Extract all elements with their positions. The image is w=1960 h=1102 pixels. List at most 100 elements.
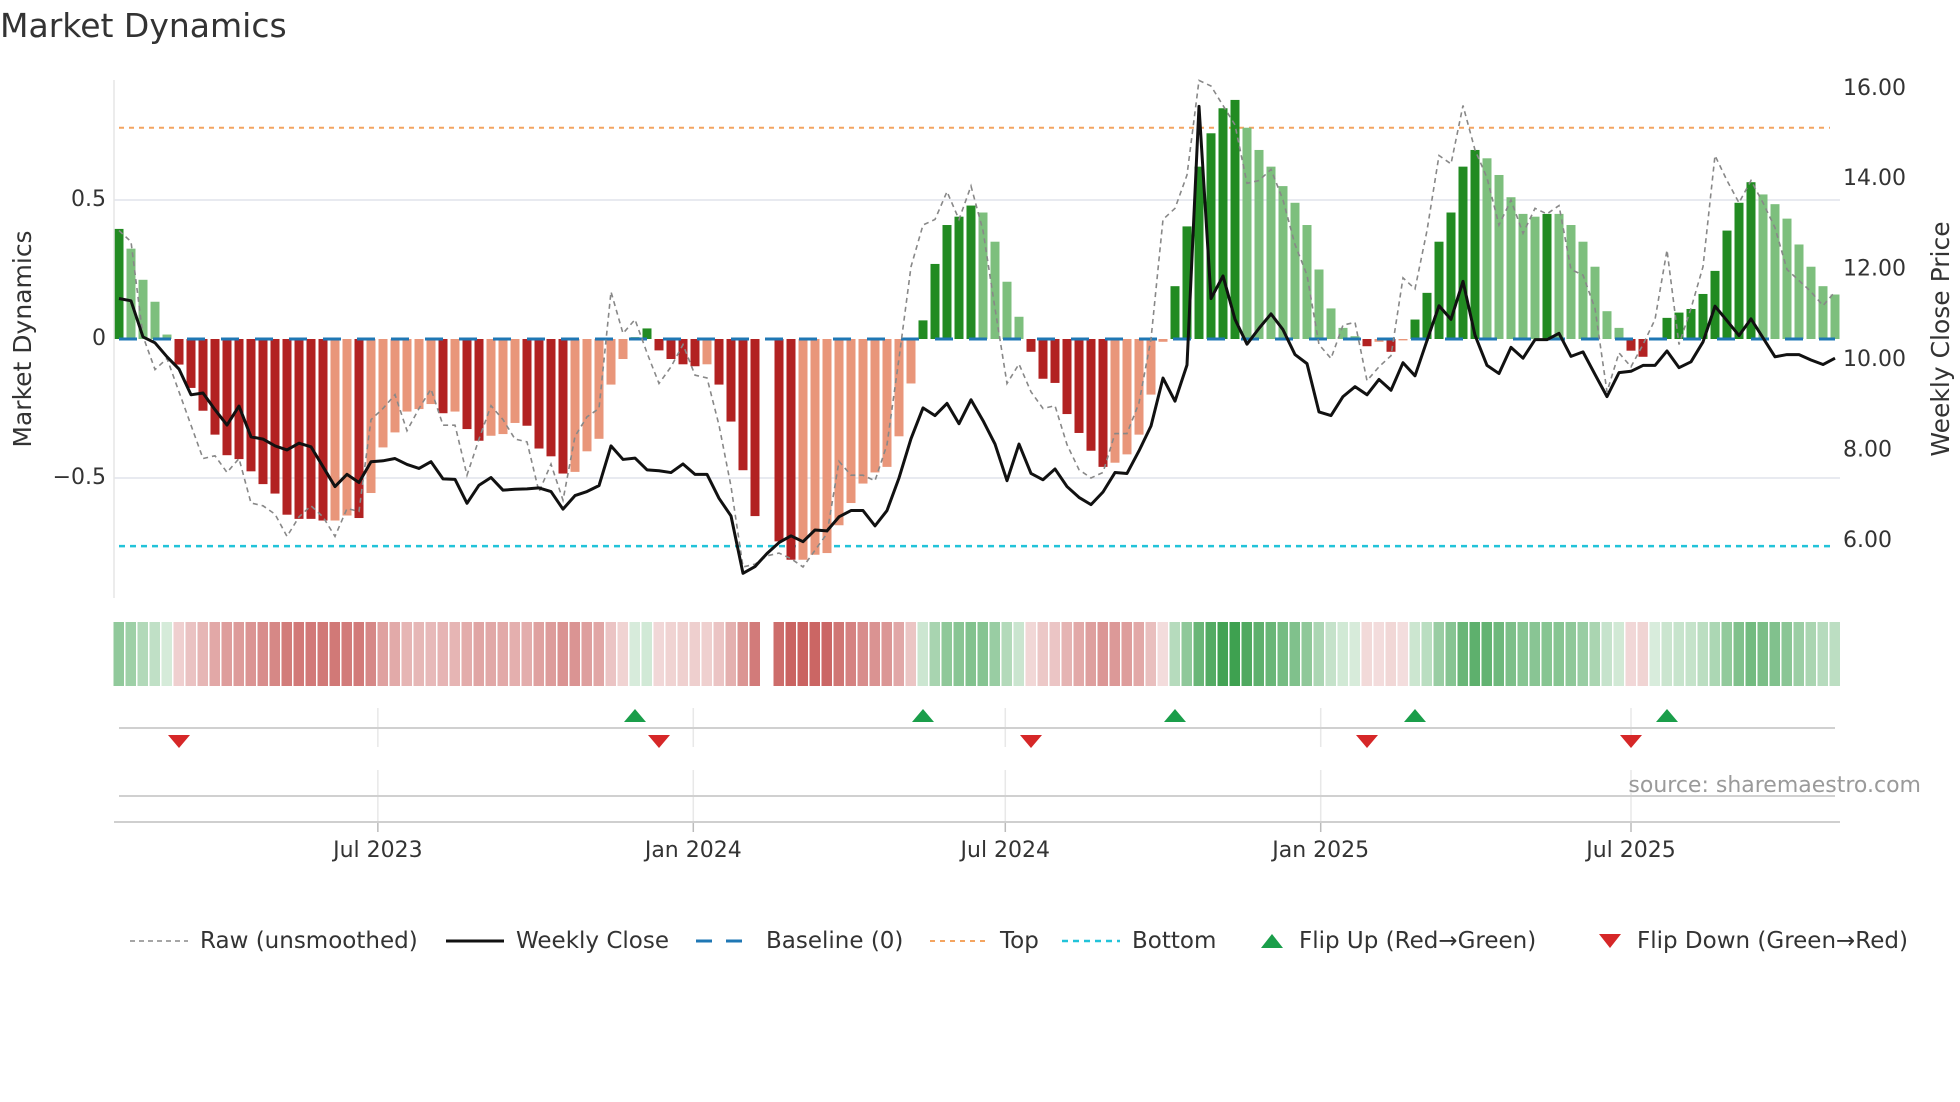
heatmap-cell bbox=[1793, 622, 1804, 686]
heatmap-cell bbox=[665, 622, 676, 686]
heatmap-cell bbox=[881, 622, 892, 686]
heatmap-cell bbox=[1445, 622, 1456, 686]
dynamics-bar bbox=[966, 205, 976, 339]
heatmap-cell bbox=[1109, 622, 1120, 686]
dynamics-bar bbox=[222, 339, 232, 456]
heatmap-cell bbox=[1601, 622, 1612, 686]
dynamics-bar bbox=[690, 339, 700, 367]
flip-down-marker bbox=[1020, 735, 1042, 748]
flip-up-marker bbox=[912, 709, 934, 722]
heatmap-cell bbox=[701, 622, 712, 686]
dynamics-bar bbox=[810, 339, 820, 555]
dynamics-bar bbox=[510, 339, 520, 423]
dynamics-bar bbox=[486, 339, 496, 436]
dynamics-bar bbox=[666, 339, 676, 360]
triangle-down-icon bbox=[1599, 934, 1621, 948]
dynamics-bar bbox=[1338, 327, 1348, 339]
dynamics-bar bbox=[438, 339, 448, 414]
heatmap-cell bbox=[1697, 622, 1708, 686]
flip-down-marker bbox=[168, 735, 190, 748]
heatmap-cell bbox=[1301, 622, 1312, 686]
y2-tick-label: 16.00 bbox=[1843, 76, 1906, 101]
heatmap-cell bbox=[1097, 622, 1108, 686]
dynamics-bar bbox=[1242, 127, 1252, 339]
legend-item-bottom: Bottom bbox=[1062, 925, 1216, 957]
dynamics-bar bbox=[450, 339, 460, 412]
heatmap-cell bbox=[1457, 622, 1468, 686]
heatmap-cell bbox=[461, 622, 472, 686]
y-tick-label: −0.5 bbox=[53, 465, 106, 490]
dynamics-bar bbox=[198, 339, 208, 411]
heatmap-cell bbox=[1613, 622, 1624, 686]
dynamics-bar bbox=[1614, 327, 1624, 339]
dynamics-bar bbox=[294, 339, 304, 519]
dynamics-bar bbox=[150, 301, 160, 339]
dynamics-bar bbox=[1254, 149, 1264, 339]
heatmap-cell bbox=[857, 622, 868, 686]
heatmap-cell bbox=[617, 622, 628, 686]
heatmap-cell bbox=[737, 622, 748, 686]
heatmap-cell bbox=[1253, 622, 1264, 686]
heatmap-cell bbox=[677, 622, 688, 686]
dynamics-bar bbox=[258, 339, 268, 485]
dynamics-bar bbox=[546, 339, 556, 457]
dynamics-bar bbox=[1758, 194, 1768, 339]
flip-down-marker bbox=[1620, 735, 1642, 748]
heatmap-cell bbox=[1121, 622, 1132, 686]
heatmap-cell bbox=[365, 622, 376, 686]
dynamics-bar bbox=[702, 339, 712, 365]
y2-tick-label: 8.00 bbox=[1843, 437, 1892, 462]
dynamics-bar bbox=[714, 339, 724, 385]
heatmap-cell bbox=[977, 622, 988, 686]
legend-label: Flip Up (Red→Green) bbox=[1299, 928, 1537, 954]
legend-label: Bottom bbox=[1132, 928, 1217, 954]
heatmap-cell bbox=[965, 622, 976, 686]
heatmap-cell bbox=[1217, 622, 1228, 686]
heatmap-cell bbox=[821, 622, 832, 686]
dynamics-bar bbox=[882, 339, 892, 467]
dynamics-bar bbox=[858, 339, 868, 484]
heatmap-cell bbox=[1145, 622, 1156, 686]
heatmap-cell bbox=[413, 622, 424, 686]
y-tick-label: 0.5 bbox=[71, 187, 106, 212]
dynamics-bar bbox=[1542, 213, 1552, 339]
heatmap-cell bbox=[161, 622, 172, 686]
heatmap-cell bbox=[1685, 622, 1696, 686]
legend-label: Baseline (0) bbox=[766, 928, 904, 954]
heatmap-cell bbox=[1241, 622, 1252, 686]
heatmap-cell bbox=[1001, 622, 1012, 686]
dynamics-bar bbox=[930, 263, 940, 339]
dynamics-bar bbox=[474, 339, 484, 441]
dynamics-bar bbox=[786, 339, 796, 560]
heatmap-cell bbox=[1529, 622, 1540, 686]
heatmap-cell bbox=[545, 622, 556, 686]
heatmap-cell bbox=[1373, 622, 1384, 686]
heatmap-cell bbox=[1805, 622, 1816, 686]
heatmap-cell bbox=[1193, 622, 1204, 686]
dynamics-bar bbox=[570, 339, 580, 472]
y2-tick-label: 14.00 bbox=[1843, 166, 1906, 191]
heatmap-cell bbox=[449, 622, 460, 686]
heatmap-cell bbox=[329, 622, 340, 686]
dynamics-bar bbox=[330, 339, 340, 521]
heatmap-cell bbox=[401, 622, 412, 686]
y-tick-label: 0 bbox=[92, 326, 106, 351]
heatmap-cell bbox=[1397, 622, 1408, 686]
dynamics-bar bbox=[834, 339, 844, 526]
heatmap-cell bbox=[1469, 622, 1480, 686]
dynamics-bar bbox=[1110, 339, 1120, 463]
heatmap-cell bbox=[809, 622, 820, 686]
heatmap-cell bbox=[245, 622, 256, 686]
heatmap-cell bbox=[581, 622, 592, 686]
flip-down-marker bbox=[1356, 735, 1378, 748]
dynamics-bar bbox=[642, 328, 652, 339]
dynamics-bar bbox=[846, 339, 856, 504]
x-tick-label: Jul 2024 bbox=[959, 838, 1051, 863]
heatmap-cell bbox=[281, 622, 292, 686]
heatmap-cell bbox=[389, 622, 400, 686]
x-tick-label: Jan 2025 bbox=[1270, 838, 1369, 863]
dynamics-bar bbox=[594, 339, 604, 439]
dynamics-bar bbox=[414, 339, 424, 410]
dynamics-bar bbox=[1494, 174, 1504, 339]
heatmap-cell bbox=[293, 622, 304, 686]
